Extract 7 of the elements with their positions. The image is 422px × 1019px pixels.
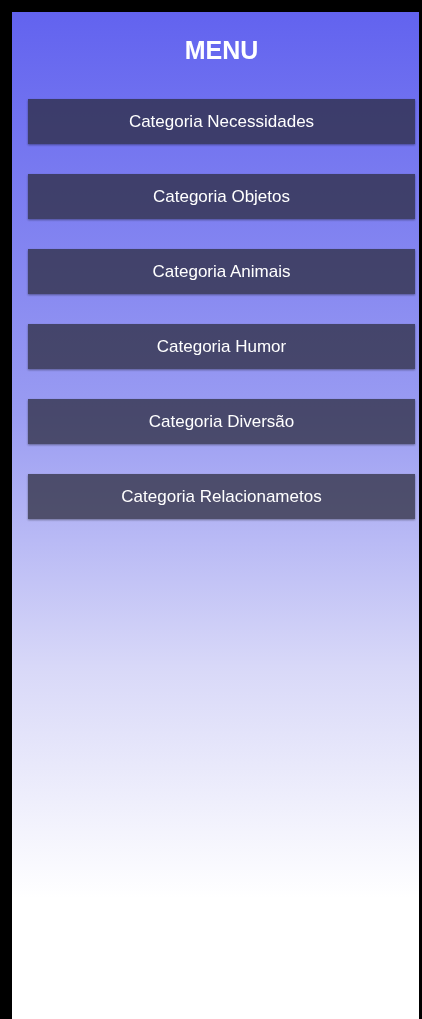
category-button[interactable]: Categoria Diversão: [28, 399, 415, 444]
category-button[interactable]: Categoria Animais: [28, 249, 415, 294]
category-button[interactable]: Categoria Relacionametos: [28, 474, 415, 519]
category-button[interactable]: Categoria Humor: [28, 324, 415, 369]
category-button[interactable]: Categoria Objetos: [28, 174, 415, 219]
category-button[interactable]: Categoria Necessidades: [28, 99, 415, 144]
menu-title: MENU: [184, 35, 259, 66]
